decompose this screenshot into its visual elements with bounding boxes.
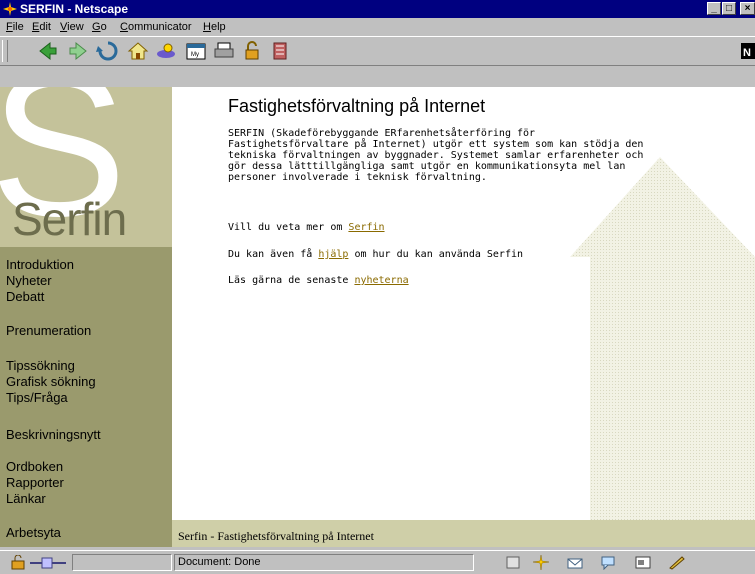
composer-icon[interactable] (634, 555, 652, 570)
nav-rapporter[interactable]: Rapporter (6, 475, 64, 490)
connection-status-icon (30, 557, 66, 569)
nav-grafisk-sokning[interactable]: Grafisk sökning (6, 374, 96, 389)
security-icon[interactable] (240, 40, 264, 62)
nav-prenumeration[interactable]: Prenumeration (6, 323, 91, 338)
netscape-logo-icon[interactable]: N (740, 40, 755, 62)
sidebar-nav: Introduktion Nyheter Debatt Prenumeratio… (0, 247, 172, 547)
page-viewport: S Serfin Introduktion Nyheter Debatt Pre… (0, 87, 755, 547)
intro-paragraph: SERFIN (Skadeförebyggande ERfarenhetsåte… (228, 128, 644, 183)
svg-text:N: N (743, 47, 751, 59)
page-heading: Fastighetsförvaltning på Internet (228, 96, 486, 116)
sidebar: S Serfin Introduktion Nyheter Debatt Pre… (0, 87, 172, 547)
progress-bar (72, 554, 172, 571)
print-icon[interactable] (212, 40, 236, 62)
serfin-link[interactable]: Serfin (348, 222, 384, 233)
nav-tipssokning[interactable]: Tipssökning (6, 358, 75, 373)
menu-edit[interactable]: Edit (32, 21, 51, 33)
help-line: Du kan även få hjälp om hur du kan använ… (228, 249, 524, 260)
security-status-icon[interactable] (10, 555, 28, 570)
nav-introduktion[interactable]: Introduktion (6, 257, 74, 272)
nav-lankar[interactable]: Länkar (6, 491, 46, 506)
nav-arbetsyta[interactable]: Arbetsyta (6, 525, 61, 540)
nav-nyheter[interactable]: Nyheter (6, 273, 52, 288)
menu-bar: File Edit View Go Communicator Help (0, 18, 755, 36)
status-bar: Document: Done (0, 550, 755, 574)
menu-go[interactable]: Go (92, 21, 107, 33)
home-icon[interactable] (126, 40, 150, 62)
navigator-icon[interactable] (532, 555, 550, 570)
maximize-button[interactable]: □ (722, 2, 736, 15)
reload-icon[interactable] (96, 40, 120, 62)
my-netscape-icon[interactable]: My (184, 40, 208, 62)
news-line: Läs gärna de senaste nyheterna (228, 275, 409, 286)
menu-file[interactable]: File (6, 21, 24, 33)
discussion-icon[interactable] (600, 555, 618, 570)
minimize-button[interactable]: _ (707, 2, 721, 15)
navigation-toolbar: My N (0, 36, 755, 66)
logo-word: Serfin (12, 193, 127, 245)
nav-debatt[interactable]: Debatt (6, 289, 44, 304)
netscape-app-icon (3, 2, 17, 16)
menu-help[interactable]: Help (203, 21, 226, 33)
mail-icon[interactable] (566, 555, 584, 570)
nav-tips-fraga[interactable]: Tips/Fråga (6, 390, 68, 405)
svg-text:My: My (191, 52, 199, 58)
component-icon[interactable] (504, 555, 522, 570)
footer-bar: Serfin - Fastighetsförvaltning på Intern… (172, 520, 755, 547)
news-link[interactable]: nyheterna (354, 275, 408, 286)
forward-icon[interactable] (66, 40, 90, 62)
title-bar: SERFIN - Netscape _ □ × (0, 0, 755, 18)
close-button[interactable]: × (740, 2, 755, 15)
footer-text: Serfin - Fastighetsförvaltning på Intern… (178, 529, 374, 543)
more-info-line: Vill du veta mer om Serfin (228, 222, 385, 233)
toolbar-grip[interactable] (2, 40, 8, 62)
nav-beskrivningsnytt[interactable]: Beskrivningsnytt (6, 427, 101, 442)
edit-pen-icon[interactable] (668, 555, 686, 570)
menu-view[interactable]: View (60, 21, 84, 33)
window-title: SERFIN - Netscape (20, 2, 129, 16)
status-text: Document: Done (178, 556, 261, 568)
main-content: Fastighetsförvaltning på Internet SERFIN… (172, 87, 755, 520)
menu-communicator[interactable]: Communicator (120, 21, 192, 33)
help-link[interactable]: hjälp (318, 249, 348, 260)
back-icon[interactable] (36, 40, 60, 62)
stop-icon[interactable] (268, 40, 292, 62)
search-icon[interactable] (154, 40, 178, 62)
nav-ordboken[interactable]: Ordboken (6, 459, 63, 474)
